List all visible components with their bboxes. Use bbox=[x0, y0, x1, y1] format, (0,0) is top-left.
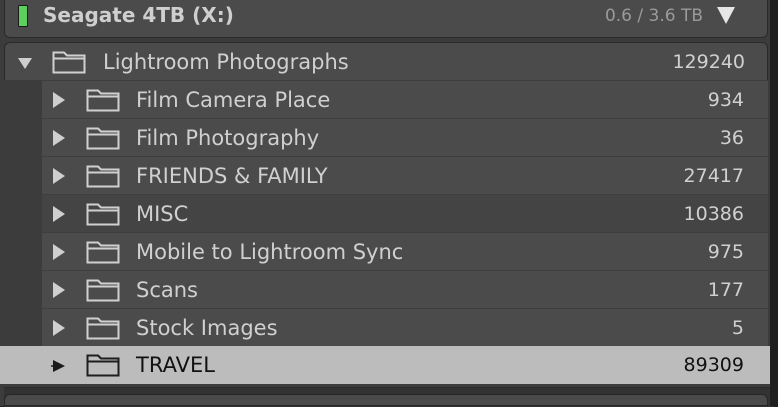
folder-count: 934 bbox=[707, 89, 744, 111]
folder-icon bbox=[86, 354, 120, 377]
folder-name: Stock Images bbox=[136, 316, 278, 340]
folder-name: Scans bbox=[136, 278, 198, 302]
folder-name: Lightroom Photographs bbox=[103, 50, 349, 74]
disclosure-triangle-collapsed-icon[interactable] bbox=[51, 129, 67, 147]
folder-count: 89309 bbox=[683, 354, 744, 376]
scrollbar-track[interactable] bbox=[770, 0, 778, 406]
folder-row-film-camera-place[interactable]: Film Camera Place 934 bbox=[42, 80, 768, 118]
folder-icon bbox=[86, 279, 120, 302]
disclosure-triangle-collapsed-icon[interactable] bbox=[51, 281, 67, 299]
disclosure-triangle-collapsed-icon[interactable] bbox=[51, 319, 67, 337]
disclosure-triangle-expanded-icon[interactable] bbox=[17, 54, 33, 72]
folders-panel: Seagate 4TB (X:) 0.6 / 3.6 TB Lightroom … bbox=[0, 0, 778, 407]
disclosure-triangle-collapsed-icon[interactable] bbox=[51, 91, 67, 109]
folder-name: TRAVEL bbox=[136, 353, 215, 377]
folder-count: 36 bbox=[719, 127, 744, 149]
folder-name: Mobile to Lightroom Sync bbox=[136, 240, 404, 264]
folder-count: 177 bbox=[707, 279, 744, 301]
triangle-down-icon[interactable] bbox=[715, 4, 737, 26]
folder-row-stock-images[interactable]: Stock Images 5 bbox=[42, 308, 768, 346]
folder-icon bbox=[86, 203, 120, 226]
folder-name: FRIENDS & FAMILY bbox=[136, 164, 328, 188]
folder-count: 5 bbox=[731, 317, 744, 339]
volume-usage: 0.6 / 3.6 TB bbox=[604, 6, 703, 26]
folder-icon bbox=[52, 51, 86, 74]
root-folder-row[interactable]: Lightroom Photographs 129240 bbox=[4, 42, 768, 80]
folder-row-scans[interactable]: Scans 177 bbox=[42, 270, 768, 308]
disclosure-triangle-collapsed-icon[interactable] bbox=[51, 357, 67, 375]
disclosure-triangle-collapsed-icon[interactable] bbox=[51, 205, 67, 223]
volume-header[interactable]: Seagate 4TB (X:) 0.6 / 3.6 TB bbox=[4, 0, 768, 38]
folder-icon bbox=[86, 89, 120, 112]
folder-row-friends-family[interactable]: FRIENDS & FAMILY 27417 bbox=[42, 156, 768, 194]
folder-row-travel[interactable]: TRAVEL 89309 bbox=[0, 346, 770, 384]
folder-row-film-photography[interactable]: Film Photography 36 bbox=[42, 118, 768, 156]
folder-count: 10386 bbox=[683, 203, 744, 225]
folder-row-mobile-to-lightroom-sync[interactable]: Mobile to Lightroom Sync 975 bbox=[42, 232, 768, 270]
folder-row-misc[interactable]: MISC 10386 bbox=[42, 194, 768, 232]
folder-name: MISC bbox=[136, 202, 189, 226]
folder-count: 27417 bbox=[683, 165, 744, 187]
folder-name: Film Photography bbox=[136, 126, 320, 150]
disclosure-triangle-collapsed-icon[interactable] bbox=[51, 243, 67, 261]
folder-name: Film Camera Place bbox=[136, 88, 331, 112]
folder-count: 129240 bbox=[672, 51, 745, 73]
folder-icon bbox=[86, 165, 120, 188]
folder-count: 975 bbox=[707, 241, 744, 263]
volume-name: Seagate 4TB (X:) bbox=[43, 3, 234, 27]
disclosure-triangle-collapsed-icon[interactable] bbox=[51, 167, 67, 185]
volume-status-indicator bbox=[18, 5, 28, 27]
next-panel-header[interactable] bbox=[4, 394, 768, 406]
folder-icon bbox=[86, 317, 120, 340]
folder-icon bbox=[86, 241, 120, 264]
folder-icon bbox=[86, 127, 120, 150]
